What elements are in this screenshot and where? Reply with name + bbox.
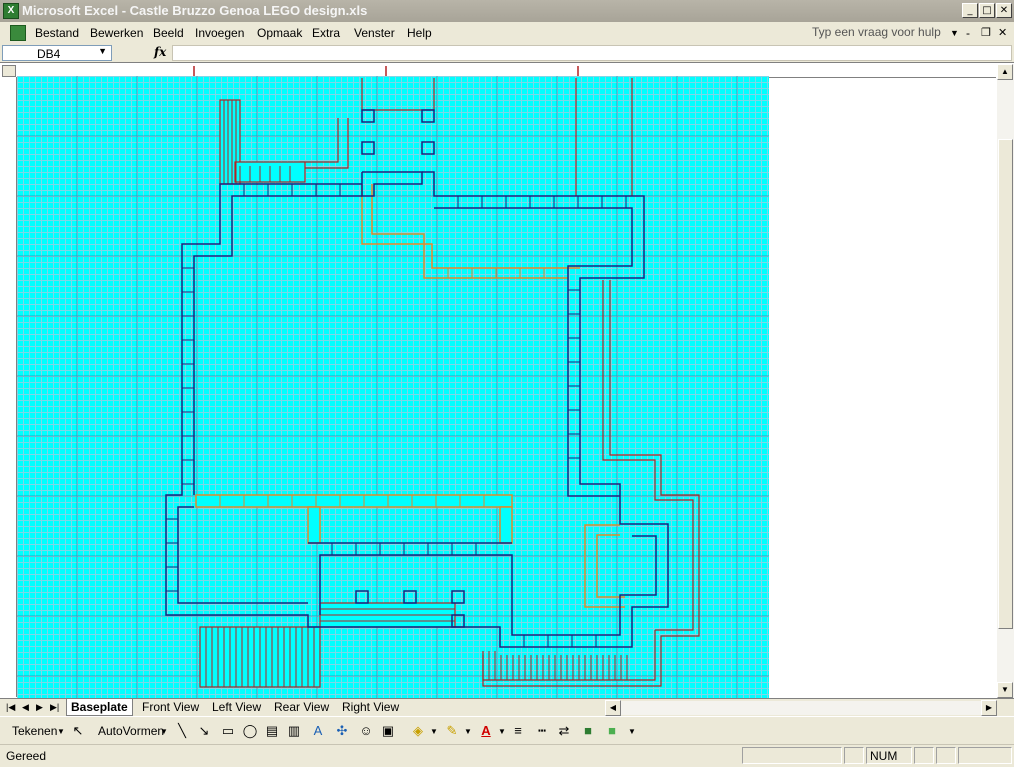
first-sheet-button[interactable]: |◀ xyxy=(6,702,15,713)
chevron-down-icon[interactable]: ▼ xyxy=(498,727,506,736)
chevron-down-icon[interactable]: ▼ xyxy=(160,727,168,736)
fill-color-icon[interactable]: ◈ xyxy=(410,723,426,739)
next-sheet-button[interactable]: ▶ xyxy=(36,702,43,713)
scroll-thumb[interactable] xyxy=(998,139,1013,629)
oval-tool-icon[interactable]: ◯ xyxy=(242,723,258,739)
textbox-tool-icon[interactable]: ▤ xyxy=(264,723,280,739)
scroll-left-button[interactable]: ◀ xyxy=(605,700,621,716)
chevron-down-icon[interactable]: ▼ xyxy=(464,727,472,736)
toolbar-options-icon[interactable]: ▼ xyxy=(628,727,636,736)
status-panel xyxy=(936,747,956,764)
status-panel xyxy=(958,747,1012,764)
chevron-down-icon[interactable]: ▼ xyxy=(57,727,65,736)
sheet-tab-bar: |◀ ◀ ▶ ▶| Baseplate Front View Left View… xyxy=(0,698,1014,717)
red-page-markers xyxy=(193,66,579,76)
status-bar: Gereed NUM xyxy=(0,744,1014,767)
picture-icon[interactable]: ▣ xyxy=(380,723,396,739)
status-panel xyxy=(914,747,934,764)
wordart-icon[interactable]: A xyxy=(310,723,326,739)
tab-left-view[interactable]: Left View xyxy=(212,699,261,715)
font-color-icon[interactable]: A xyxy=(478,723,494,739)
navy-walls xyxy=(165,109,669,648)
vertical-scrollbar[interactable]: ▲ ▼ xyxy=(997,64,1014,698)
line-style-icon[interactable]: ≡ xyxy=(510,723,526,739)
tab-rear-view[interactable]: Rear View xyxy=(274,699,329,715)
clipart-icon[interactable]: ☺ xyxy=(358,723,374,739)
shadow-icon[interactable]: ■ xyxy=(580,723,596,739)
line-tool-icon[interactable]: ╲ xyxy=(174,723,190,739)
drawing-toolbar: Tekenen ▼ ↖ AutoVormen ▼ ╲ ↘ ▭ ◯ ▤ ▥ A ✣… xyxy=(0,716,1014,745)
line-color-icon[interactable]: ✎ xyxy=(444,723,460,739)
baseplate-drawing xyxy=(17,66,769,698)
arrow-tool-icon[interactable]: ↘ xyxy=(196,723,212,739)
status-ready: Gereed xyxy=(6,749,47,763)
diagram-icon[interactable]: ✣ xyxy=(334,723,350,739)
scroll-down-button[interactable]: ▼ xyxy=(997,682,1013,698)
scroll-right-button[interactable]: ▶ xyxy=(981,700,997,716)
tab-front-view[interactable]: Front View xyxy=(142,699,199,715)
select-pointer-icon[interactable]: ↖ xyxy=(70,723,86,739)
last-sheet-button[interactable]: ▶| xyxy=(50,702,59,713)
tab-baseplate[interactable]: Baseplate xyxy=(66,699,133,716)
status-num: NUM xyxy=(870,749,898,763)
arrow-style-icon[interactable]: ⇄ xyxy=(556,723,572,739)
tab-right-view[interactable]: Right View xyxy=(342,699,399,715)
horizontal-scrollbar[interactable]: ◀ ▶ xyxy=(605,700,997,716)
rectangle-tool-icon[interactable]: ▭ xyxy=(220,723,236,739)
chevron-down-icon[interactable]: ▼ xyxy=(430,727,438,736)
autovormen-menu[interactable]: AutoVormen xyxy=(98,724,164,738)
status-panel xyxy=(844,747,864,764)
orange-brick-joints xyxy=(219,268,545,507)
tekenen-menu[interactable]: Tekenen xyxy=(12,724,57,738)
dash-style-icon[interactable]: ┅ xyxy=(534,723,550,739)
status-panel xyxy=(742,747,842,764)
scroll-up-button[interactable]: ▲ xyxy=(997,64,1013,80)
prev-sheet-button[interactable]: ◀ xyxy=(22,702,29,713)
3d-style-icon[interactable]: ■ xyxy=(604,723,620,739)
vertical-textbox-icon[interactable]: ▥ xyxy=(286,723,302,739)
